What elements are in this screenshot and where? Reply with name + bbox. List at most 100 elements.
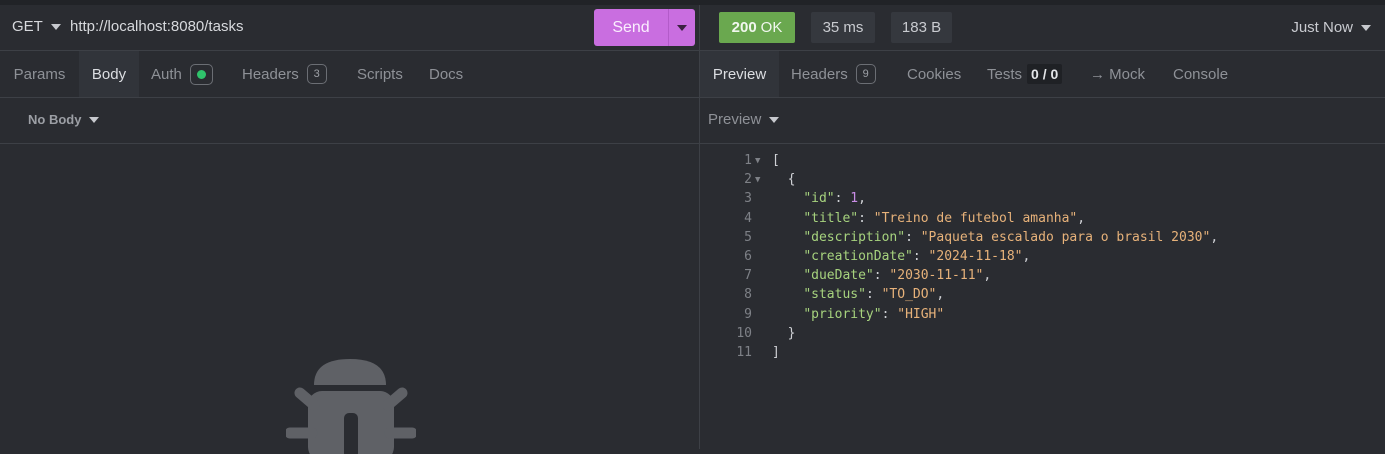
json-value: "Treino de futebol amanha" (873, 210, 1078, 226)
send-button-group: Send (594, 9, 695, 46)
json-value: "2030-11-11" (889, 268, 984, 284)
json-key: "priority" (803, 306, 882, 322)
tab-docs[interactable]: Docs (429, 51, 479, 97)
json-comma: , (936, 287, 945, 303)
json-line: "dueDate": "2030-11-11", (772, 268, 991, 283)
json-value: "TO_DO" (881, 287, 937, 303)
chevron-down-icon (1361, 24, 1371, 31)
line-number: 4 (744, 210, 752, 226)
json-key: "id" (803, 191, 835, 207)
json-line: } (772, 325, 796, 341)
tab-preview[interactable]: Preview (700, 51, 779, 97)
line-number: 2 (744, 172, 752, 188)
tab-response-headers[interactable]: Headers 9 (791, 51, 891, 97)
tab-label: Cookies (907, 65, 962, 83)
json-punctuation: } (772, 325, 796, 341)
body-mode-bar: No Body (0, 98, 699, 144)
json-key: "dueDate" (803, 268, 874, 284)
json-comma: , (1022, 249, 1031, 264)
json-comma: , (983, 268, 992, 284)
request-pane: GET http://localhost:8080/tasks Send Par… (0, 5, 699, 454)
tab-label: Scripts (357, 65, 403, 83)
line-number: 7 (744, 268, 752, 284)
auth-status-badge (189, 63, 213, 85)
json-key: "creationDate" (803, 249, 913, 264)
history-dropdown[interactable]: Just Now (1291, 19, 1371, 36)
json-comma: , (1210, 229, 1219, 245)
json-value: "Paqueta escalado para o brasil 2030" (920, 229, 1211, 245)
tab-cookies[interactable]: Cookies (907, 51, 967, 97)
tab-console[interactable]: Console (1173, 51, 1233, 97)
json-key: "status" (803, 287, 866, 303)
preview-mode-bar: Preview (700, 98, 1385, 144)
line-number: 11 (736, 345, 752, 360)
line-number: 3 (744, 191, 752, 207)
response-tabs: Preview Headers 9 Cookies Tests 0 / 0 → … (700, 51, 1385, 98)
json-key: "title" (803, 210, 859, 226)
tab-label: Tests (987, 65, 1023, 83)
tab-label: Auth (151, 65, 182, 83)
line-number: 10 (736, 325, 752, 341)
status-code: 200 (731, 19, 757, 36)
json-value: 1 (850, 191, 859, 207)
line-number: 9 (744, 306, 752, 322)
tab-body[interactable]: Body (79, 51, 139, 97)
method-dropdown[interactable]: GET (12, 18, 61, 35)
url-input[interactable]: http://localhost:8080/tasks (70, 18, 243, 35)
json-key: "description" (803, 229, 906, 245)
json-line: "status": "TO_DO", (772, 287, 944, 302)
response-pane: 200 OK 35 ms 183 B Just Now Preview Head… (700, 5, 1385, 449)
tab-label: Headers (791, 65, 848, 83)
json-line: { (772, 172, 796, 188)
line-number: 1 (744, 153, 752, 168)
json-line: "id": 1, (772, 191, 866, 206)
json-colon: : (858, 210, 874, 226)
send-options-button[interactable] (669, 24, 695, 31)
tab-label: Params (13, 65, 66, 83)
json-punctuation: { (772, 172, 796, 188)
json-line: "title": "Treino de futebol amanha", (772, 211, 1085, 226)
fold-toggle-icon[interactable]: ▼ (755, 156, 760, 166)
timestamp-label: Just Now (1291, 19, 1353, 36)
json-colon: : (912, 249, 929, 264)
tab-label: Body (91, 65, 127, 83)
url-bar: GET http://localhost:8080/tasks Send (0, 5, 699, 51)
response-time: 35 ms (811, 12, 875, 43)
preview-mode-label: Preview (708, 111, 762, 128)
tab-label: Docs (429, 65, 464, 83)
chevron-down-icon (89, 116, 100, 123)
fold-toggle-icon[interactable]: ▼ (755, 175, 760, 185)
method-label: GET (12, 18, 43, 35)
chevron-down-icon (677, 24, 687, 31)
line-number: 8 (744, 287, 752, 303)
tab-label: Console (1173, 65, 1229, 83)
body-mode-dropdown[interactable]: No Body (28, 112, 100, 127)
tab-headers[interactable]: Headers 3 (242, 51, 342, 97)
preview-mode-dropdown[interactable]: Preview (708, 111, 780, 128)
tests-count-badge: 0 / 0 (1027, 64, 1063, 84)
json-colon: : (881, 306, 898, 322)
response-status-bar: 200 OK 35 ms 183 B Just Now (700, 5, 1385, 51)
tab-scripts[interactable]: Scripts (357, 51, 417, 97)
send-button[interactable]: Send (594, 19, 668, 37)
json-colon: : (905, 229, 921, 245)
bug-icon (286, 359, 416, 454)
tab-mock[interactable]: → Mock (1090, 51, 1152, 97)
line-number: 5 (744, 229, 752, 245)
tab-params[interactable]: Params (0, 51, 79, 97)
json-comma: , (1077, 210, 1086, 226)
tab-auth[interactable]: Auth (151, 51, 231, 97)
json-punctuation: [ (772, 153, 780, 168)
chevron-down-icon (50, 23, 61, 30)
json-value: "2024-11-18" (928, 249, 1023, 264)
json-line: "priority": "HIGH" (772, 307, 944, 322)
line-number: 6 (744, 249, 752, 264)
tab-tests[interactable]: Tests 0 / 0 (987, 51, 1072, 97)
json-punctuation: ] (772, 345, 780, 360)
